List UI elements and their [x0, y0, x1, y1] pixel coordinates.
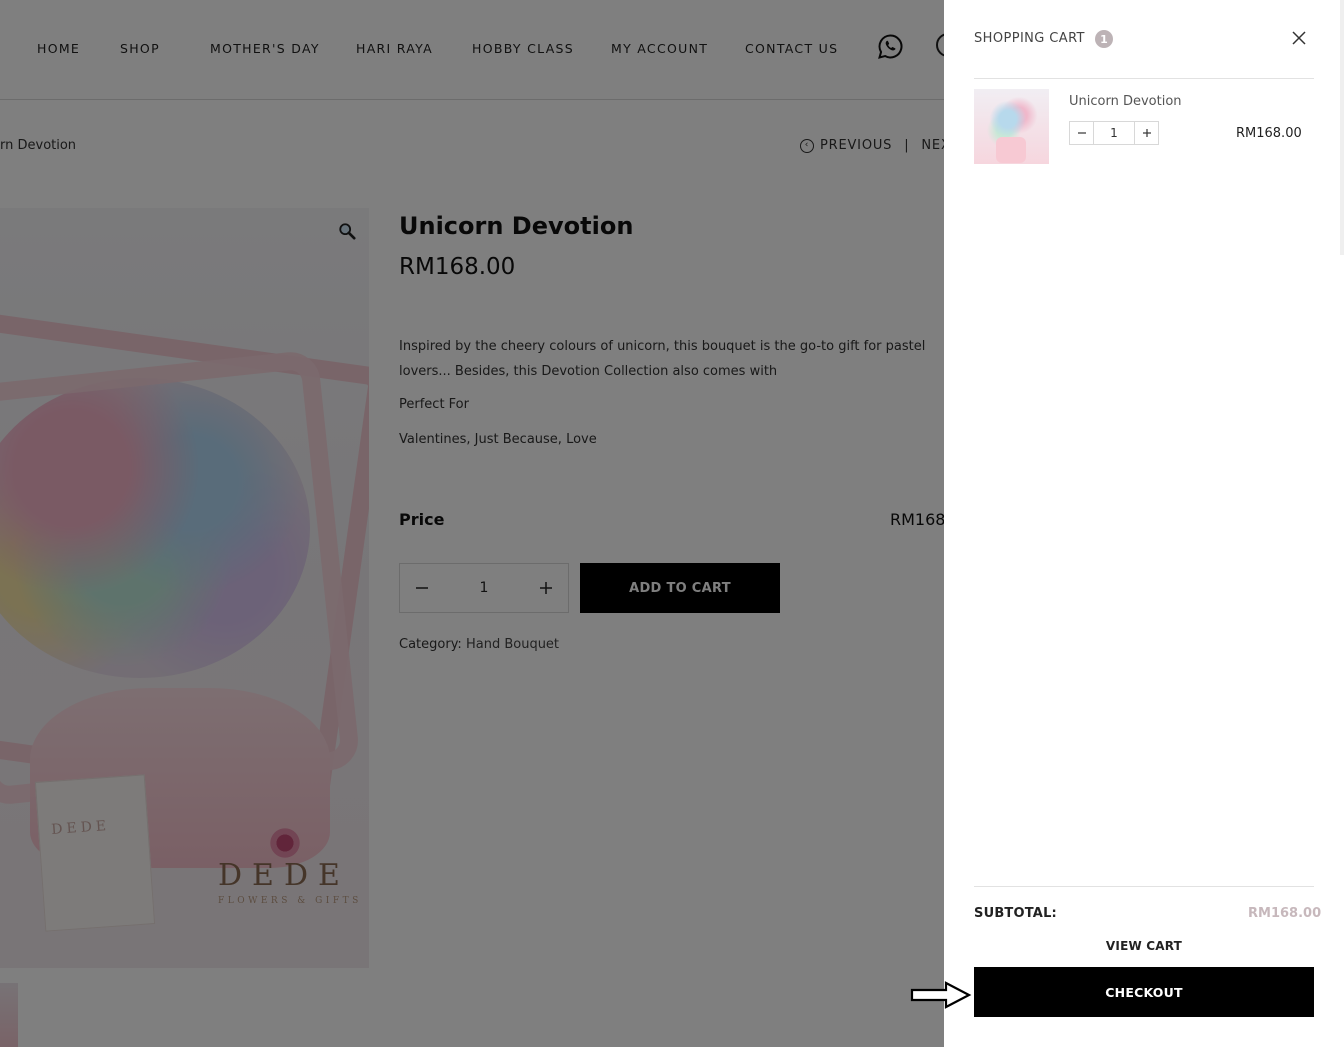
cart-item-plus-button[interactable] — [1134, 122, 1158, 144]
cart-title: SHOPPING CART — [974, 31, 1085, 46]
subtotal-value: RM168.00 — [1248, 906, 1322, 921]
plus-icon — [1142, 129, 1151, 137]
cart-item-quantity-stepper: 1 — [1069, 121, 1159, 145]
cart-item-image[interactable] — [974, 89, 1049, 164]
cart-count-badge: 1 — [1095, 30, 1113, 48]
shopping-cart-drawer: SHOPPING CART 1 Unicorn Devotion 1 RM168… — [944, 0, 1344, 1047]
cart-footer-divider — [974, 886, 1314, 887]
scrollbar[interactable] — [1340, 0, 1344, 255]
cart-item-minus-button[interactable] — [1070, 122, 1094, 144]
page-overlay[interactable] — [0, 0, 944, 1047]
subtotal-label: SUBTOTAL: — [974, 906, 1057, 921]
cart-item-price: RM168.00 — [1236, 126, 1302, 141]
checkout-button[interactable]: CHECKOUT — [974, 967, 1314, 1017]
pointer-arrow-icon — [910, 981, 972, 1009]
cart-item-quantity-input[interactable]: 1 — [1094, 122, 1134, 144]
minus-icon — [1077, 132, 1086, 134]
cart-item-name[interactable]: Unicorn Devotion — [1069, 94, 1182, 109]
close-icon[interactable] — [1291, 30, 1307, 46]
cart-divider — [974, 78, 1314, 79]
view-cart-button[interactable]: VIEW CART — [974, 939, 1314, 953]
